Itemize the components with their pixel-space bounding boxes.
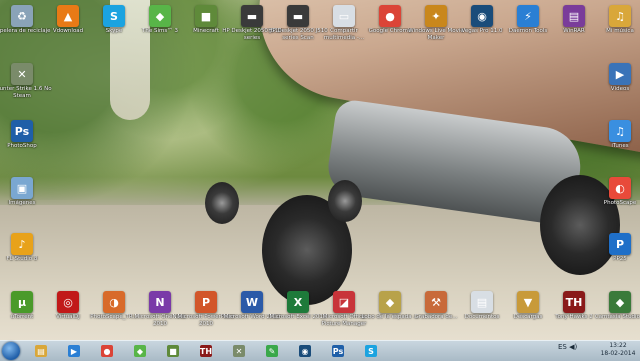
tony-hawk-icon: TH [563,291,585,313]
desktop-shortcut[interactable]: ◐ PhotoScape [590,175,640,229]
taskbar-cs-icon: ✕ [233,345,245,357]
counter-strike-icon: ✕ [11,63,33,85]
vlc-icon: ▲ [57,5,79,27]
clock[interactable]: 13:22 18-02-2014 [600,342,636,360]
desktop-shortcut-label: Camtasia Studio 8 [594,314,640,320]
taskbar-vegas[interactable]: ◉ [294,343,316,359]
chrome-icon: ● [379,5,401,27]
wallpaper-wheel-far-left [205,182,239,224]
desktop-shortcut-label: iTunes [611,143,629,149]
winrar-icon: ▤ [563,5,585,27]
taskbar-media-player-icon: ▶ [68,345,80,357]
taskbar-skype[interactable]: S [360,343,382,359]
taskbar-tony-hawk-icon: TH [199,345,213,357]
photoshop-icon: Ps [11,120,33,142]
compartir-icon: ▭ [333,5,355,27]
desktop-shortcut[interactable]: ▣ Imágenes [0,175,52,229]
clock-date: 18-02-2014 [600,350,636,357]
taskbar-vegas-icon: ◉ [299,345,311,357]
taskbar-media-player[interactable]: ▶ [63,343,85,359]
virtual-dj-icon: ◎ [57,291,79,313]
onenote-icon: N [149,291,171,313]
taskbar-chrome[interactable]: ● [96,343,118,359]
taskbar-chrome-icon: ● [101,345,113,357]
taskbar-paint-icon: ✎ [266,345,278,357]
ps2-emulator-icon: P [609,233,631,255]
desktop-shortcut-label: Imágenes [8,200,36,206]
fl-studio-icon: ♪ [11,233,33,255]
hp-deskjet-icon: ▬ [241,5,263,27]
desktop-shortcut[interactable]: ◆Camtasia Studio 8 [590,289,640,343]
desktop-shortcut-label: PP25 [613,256,627,262]
minecraft-icon: ■ [195,5,217,27]
desktop-shortcut[interactable]: ▶ Vídeos [590,61,640,115]
recycle-bin-icon: ♻ [11,5,33,27]
desktop-shortcut-label: FL Studio 8 [6,256,38,262]
desktop-shortcut-label: Counter Strike 1.6 No Steam [0,86,52,99]
excel-icon: X [287,291,309,313]
taskbar-skype-icon: S [365,345,377,357]
movie-maker-icon: ✦ [425,5,447,27]
taskbar-photoshop[interactable]: Ps [327,343,349,359]
desktop-shortcut[interactable]: Ps PhotoShop [0,118,52,172]
desktop-shortcut[interactable]: ♫ iTunes [590,118,640,172]
photoscape2-icon: ◑ [103,291,125,313]
imagenes-icon: ▣ [11,177,33,199]
taskbar-sims[interactable]: ◆ [129,343,151,359]
desktop-shortcut-label: PhotoScape [603,200,637,206]
desktop-shortcut-label: Vídeos [610,86,630,92]
picture-manager-icon: ◪ [333,291,355,313]
taskbar-photoshop-icon: Ps [332,345,344,357]
taskbar-tony-hawk[interactable]: TH [195,343,217,359]
daemon-icon: ⚡ [517,5,539,27]
lobos-icon: ◆ [379,291,401,313]
desktop-shortcut[interactable]: ♫ Mi música [590,3,640,57]
camtasia-icon: ◆ [609,291,631,313]
taskbar-paint[interactable]: ✎ [261,343,283,359]
taskbar-minecraft[interactable]: ■ [162,343,184,359]
skype-icon: S [103,5,125,27]
vegas-icon: ◉ [471,5,493,27]
ascii-icon: ⚒ [425,291,447,313]
language-indicator[interactable]: ES [558,343,567,351]
taskbar-sims-icon: ◆ [134,345,146,357]
start-button[interactable] [2,342,20,360]
itunes-icon: ♫ [609,120,631,142]
wallpaper-wheel-far-right [328,180,362,222]
word-icon: W [241,291,263,313]
photoscape-icon: ◐ [609,177,631,199]
taskbar: ▤ ▶ ● ◆ ■ TH ✕ ✎ ◉ Ps S ES ◀) 13:22 18-02-2014 [0,340,640,361]
desktop-shortcut[interactable]: P PP25 [590,231,640,285]
desktop-shortcut[interactable]: ♪ FL Studio 8 [0,231,52,285]
videos-icon: ▶ [609,63,631,85]
desktop-shortcut-label: Mi música [606,28,634,34]
taskbar-explorer-icon: ▤ [35,345,47,357]
utorrent-icon: μ [11,291,33,313]
sims3-icon: ◆ [149,5,171,27]
volume-icon[interactable]: ◀) [569,343,577,351]
taskbar-explorer[interactable]: ▤ [30,343,52,359]
desktop-shortcut[interactable]: ✕Counter Strike 1.6 No Steam [0,61,52,115]
mi-musica-icon: ♫ [609,5,631,27]
hp-deskjet-scan-icon: ▬ [287,5,309,27]
descargas-icon: ▼ [517,291,539,313]
taskbar-cs[interactable]: ✕ [228,343,250,359]
documentos-icon: ▤ [471,291,493,313]
system-tray: ES ◀) [558,343,604,359]
desktop-shortcut-label: PhotoShop [7,143,37,149]
powerpoint-icon: P [195,291,217,313]
taskbar-minecraft-icon: ■ [167,345,179,357]
clock-time: 13:22 [609,342,627,349]
